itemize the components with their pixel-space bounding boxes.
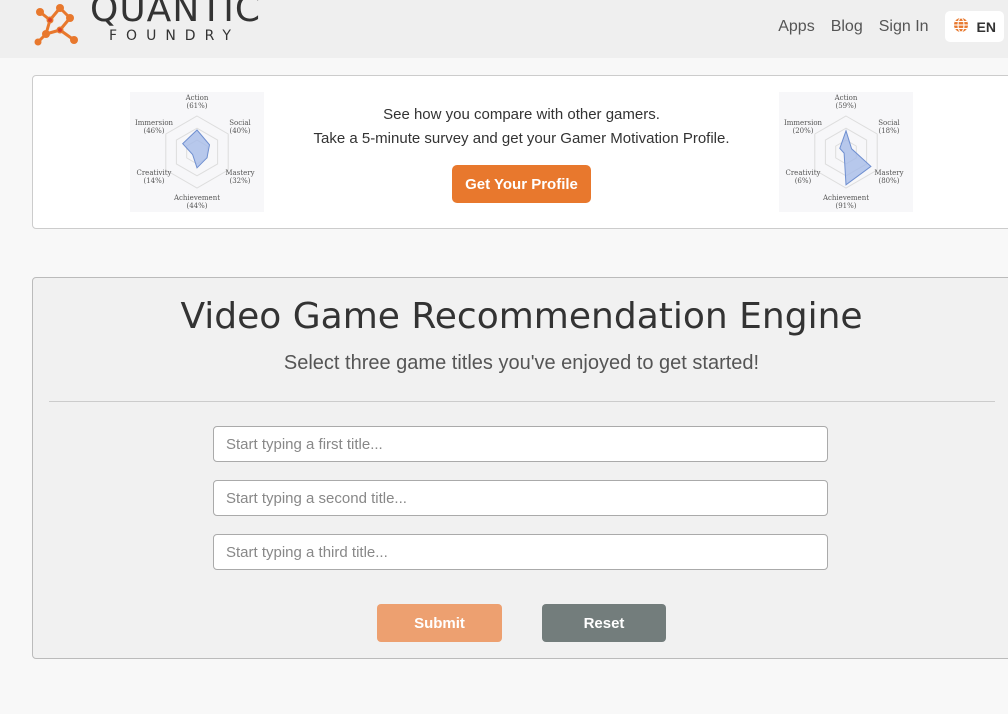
radar-chart-right: Action (59%) Social (18%) Mastery (80%) … [779,92,913,212]
recommendation-engine-card: Video Game Recommendation Engine Select … [32,277,1008,659]
site-header: QUANTIC FOUNDRY Apps Blog Sign In EN [0,0,1008,58]
nav-sign-in-link[interactable]: Sign In [879,17,929,37]
profile-promo-banner: Action (61%) Social (40%) Mastery (32%) … [32,75,1008,229]
immersion-pct: (20%) [792,127,813,135]
action-label: Action [834,94,858,102]
reset-button[interactable]: Reset [542,604,666,642]
globe-icon [953,17,969,36]
quantic-foundry-logo-icon[interactable] [30,0,84,53]
main-nav: Apps Blog Sign In EN [778,11,1008,42]
page-subtitle: Select three game titles you've enjoyed … [283,352,760,374]
nav-apps-link[interactable]: Apps [778,17,814,37]
immersion-label: Immersion [784,119,823,127]
achievement-label: Achievement [822,194,869,202]
creativity-pct: (6%) [795,177,812,185]
logo-subtitle: FOUNDRY [109,28,240,44]
nav-blog-link[interactable]: Blog [831,17,863,37]
logo-wordmark[interactable]: QUANTIC [90,0,261,30]
get-your-profile-button[interactable]: Get Your Profile [452,165,591,203]
social-label: Social [878,119,900,127]
mastery-label: Mastery [225,169,254,177]
page-title: Video Game Recommendation Engine [180,296,863,337]
achievement-label: Achievement [173,194,220,202]
submit-button[interactable]: Submit [377,604,502,642]
achievement-pct: (44%) [186,202,207,210]
mastery-pct: (32%) [229,177,250,185]
achievement-pct: (91%) [835,202,856,210]
third-title-input[interactable] [213,534,828,570]
second-title-input[interactable] [213,480,828,516]
first-title-input[interactable] [213,426,828,462]
mastery-pct: (80%) [878,177,899,185]
action-pct: (59%) [835,102,856,110]
action-label: Action [185,94,209,102]
language-code: EN [976,18,996,35]
divider [49,401,995,402]
creativity-label: Creativity [785,169,820,177]
creativity-label: Creativity [136,169,171,177]
creativity-pct: (14%) [143,177,164,185]
language-selector[interactable]: EN [944,11,1004,42]
mastery-label: Mastery [874,169,903,177]
social-pct: (18%) [878,127,899,135]
